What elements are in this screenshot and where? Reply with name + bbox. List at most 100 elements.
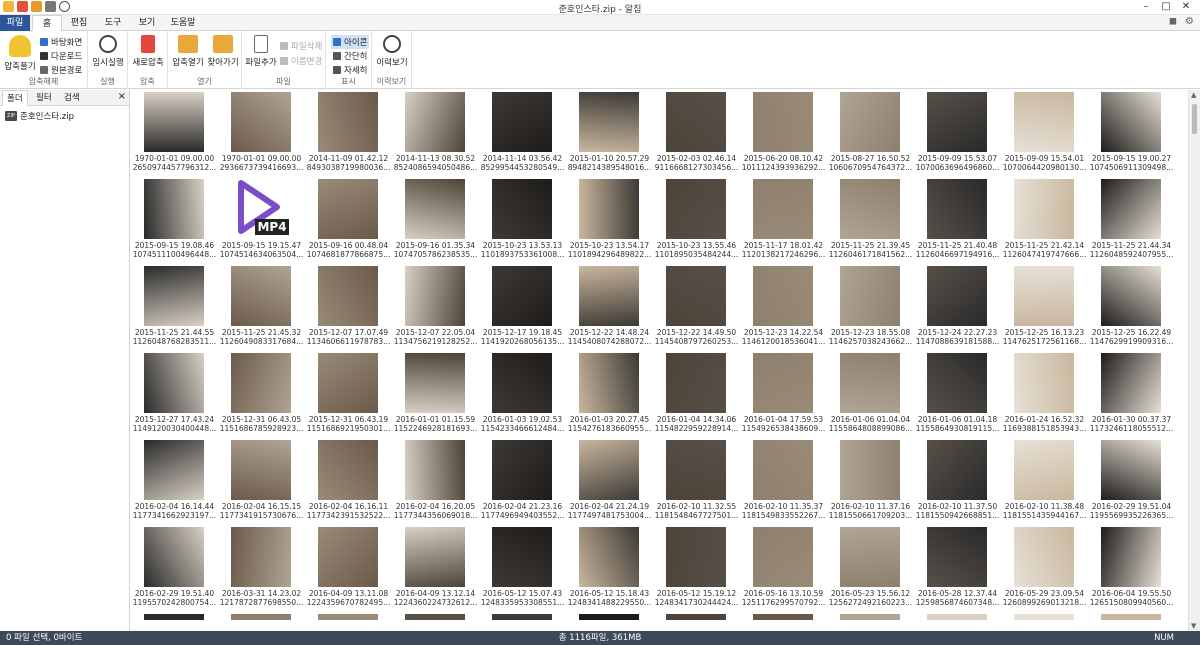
file-item[interactable]: 2016-02-10 11.37.16 1181550661709203... <box>827 438 914 526</box>
scroll-down-icon[interactable]: ▼ <box>1191 622 1196 630</box>
view-simple-button[interactable]: 간단히 <box>333 50 367 62</box>
file-item[interactable]: 1970-01-01 09.00.00 2650974457796312... <box>131 90 218 178</box>
file-item[interactable]: 2016-01-24 16.52.32 1169388151853943... <box>1001 351 1088 439</box>
file-item[interactable]: 1970-01-01 09.00.00 2936673739416693... <box>218 90 305 178</box>
skin-icon[interactable]: ◼ <box>1169 16 1177 27</box>
file-item[interactable]: 2016-02-10 11.32.55 1181548467727501... <box>653 438 740 526</box>
file-item[interactable]: 2015-12-07 22.05.04 1134756219128252... <box>392 264 479 352</box>
history-button[interactable]: 이력보기 <box>374 35 410 68</box>
file-item[interactable]: 2015-12-25 16.22.49 1147629919909316... <box>1088 264 1175 352</box>
file-item[interactable]: 2015-12-17 19.18.45 1141920268056135... <box>479 264 566 352</box>
maximize-icon[interactable]: □ <box>1156 0 1176 15</box>
add-file-button[interactable]: 파일추가 <box>244 35 278 68</box>
file-item[interactable]: 2016-02-10 11.38.48 1181551435944167... <box>1001 438 1088 526</box>
file-item[interactable]: 2016-02-04 21.23.16 1177496949403552... <box>479 438 566 526</box>
file-item[interactable]: 2016-01-03 19.02.53 1154233466612484... <box>479 351 566 439</box>
file-item[interactable]: 2016-05-12 15.18.43 1248341488229550... <box>566 525 653 613</box>
pane-close-icon[interactable]: × <box>118 91 126 102</box>
file-item[interactable]: 2015-09-09 15.54.01 1070064420980130... <box>1001 90 1088 178</box>
file-item[interactable]: 2015-09-16 01.35.34 1074705786238535... <box>392 177 479 265</box>
file-item[interactable]: 2015-12-31 06.43.19 1151686921950301... <box>305 351 392 439</box>
file-item[interactable]: 2015-11-17 18.01.42 1120138217246296... <box>740 177 827 265</box>
file-item[interactable]: 2015-12-07 17.07.49 1134606611978783... <box>305 264 392 352</box>
file-item[interactable]: 2015-12-22 14.49.50 1145408797260253... <box>653 264 740 352</box>
file-item[interactable]: 2016-02-04 21.24.19 1177497481753004... <box>566 438 653 526</box>
file-item[interactable]: 2015-11-25 21.42.14 1126047419747666... <box>1001 177 1088 265</box>
file-item[interactable]: 2015-09-15 19.08.46 1074511100496448... <box>131 177 218 265</box>
rename-button[interactable]: 이름변경 <box>280 55 322 67</box>
file-item[interactable]: 2016-02-10 11.35.37 1181549833552267... <box>740 438 827 526</box>
go-to-button[interactable]: 찾아가기 <box>206 35 240 68</box>
file-item[interactable]: 2015-02-03 02.46.14 9116668127303456... <box>653 90 740 178</box>
scrollbar-thumb[interactable] <box>1192 104 1197 134</box>
file-item[interactable]: 2016-05-29 23.09.54 1260899269013218... <box>1001 525 1088 613</box>
menu-tools[interactable]: 도구 <box>98 15 128 31</box>
file-item[interactable]: 2015-12-23 14.22.54 1146120018536041... <box>740 264 827 352</box>
file-item[interactable]: 2015-09-09 15.53.07 1070063696496860... <box>914 90 1001 178</box>
file-item[interactable]: 2015-12-23 18.55.08 1146257038243662... <box>827 264 914 352</box>
file-item[interactable]: MP4 2015-09-15 19.15.47 1074514634063504..… <box>218 177 305 265</box>
delete-file-button[interactable]: 파일삭제 <box>280 40 322 52</box>
file-item[interactable]: 2015-11-25 21.40.48 1126046697194916... <box>914 177 1001 265</box>
file-item[interactable]: 2015-08-27 16.50.52 1060670954764372... <box>827 90 914 178</box>
settings-icon[interactable]: ⚙ <box>1185 16 1194 27</box>
close-icon[interactable]: ✕ <box>1176 0 1196 15</box>
file-item[interactable]: 2016-01-03 20.27.45 1154276183660955... <box>566 351 653 439</box>
file-item[interactable]: 2016-05-28 12.37.44 1259856874607348... <box>914 525 1001 613</box>
temp-run-button[interactable]: 임시실행 <box>90 35 126 68</box>
file-item[interactable]: 2015-11-25 21.44.55 1126048768283511... <box>131 264 218 352</box>
file-item[interactable]: 2015-09-16 00.48.04 1074681877866875... <box>305 177 392 265</box>
file-item[interactable]: 2016-01-04 17.59.53 1154926538438609... <box>740 351 827 439</box>
menu-help[interactable]: 도움말 <box>166 15 200 31</box>
extract-button[interactable]: 압축풀기 <box>3 35 37 72</box>
minimize-icon[interactable]: – <box>1136 0 1156 15</box>
tree-item-archive[interactable]: ZIP 준호인스타.zip <box>5 110 74 122</box>
file-item[interactable]: 2016-02-29 19.51.04 1195569935226365... <box>1088 438 1175 526</box>
file-item[interactable]: 2016-05-12 15.19.12 1248341730244424... <box>653 525 740 613</box>
view-detail-button[interactable]: 자세히 <box>333 64 367 76</box>
file-item[interactable]: 2016-02-10 11.37.50 1181550942668851... <box>914 438 1001 526</box>
file-item[interactable]: 2015-12-31 06.43.05 1151686785928923... <box>218 351 305 439</box>
file-item[interactable]: 2016-06-04 19.55.50 1265150809940560... <box>1088 525 1175 613</box>
file-item[interactable]: 2016-05-12 15.07.43 1248335953308551... <box>479 525 566 613</box>
file-item[interactable]: 2015-06-20 08.10.42 1011124393936292... <box>740 90 827 178</box>
file-item[interactable]: 2015-11-25 21.44.34 1126048592407955... <box>1088 177 1175 265</box>
file-item[interactable]: 2016-04-09 13.11.08 1224359670782495... <box>305 525 392 613</box>
file-item[interactable]: 2014-11-09 01.42.12 8493038719980036... <box>305 90 392 178</box>
desktop-button[interactable]: 바탕화면 <box>40 36 82 48</box>
file-item[interactable]: 2016-01-06 01.04.04 1155864808899086... <box>827 351 914 439</box>
menu-view[interactable]: 보기 <box>132 15 162 31</box>
file-item[interactable]: 2015-10-23 13.53.13 1101893753361008... <box>479 177 566 265</box>
menu-edit[interactable]: 편집 <box>64 15 94 31</box>
file-item[interactable]: 2016-02-04 16.20.05 1177344356069018... <box>392 438 479 526</box>
tab-filter[interactable]: 필터 <box>32 90 56 106</box>
file-item[interactable]: 2015-12-27 17.43.24 1149120030400448... <box>131 351 218 439</box>
tab-search[interactable]: 검색 <box>60 90 84 106</box>
file-item[interactable]: 2016-02-04 16.14.44 1177341662923197... <box>131 438 218 526</box>
file-item[interactable]: 2015-12-24 22.27.23 1147088639181588... <box>914 264 1001 352</box>
download-button[interactable]: 다운로드 <box>40 50 82 62</box>
tab-folder[interactable]: 폴더 <box>2 90 28 106</box>
file-item[interactable]: 2015-12-22 14.48.24 1145408074288072... <box>566 264 653 352</box>
new-archive-button[interactable]: 새로압축 <box>130 35 166 68</box>
scroll-up-icon[interactable]: ▲ <box>1191 91 1196 99</box>
menu-home[interactable]: 홈 <box>32 15 62 32</box>
original-path-button[interactable]: 원본경로 <box>40 64 82 76</box>
file-item[interactable]: 2016-01-04 14.34.06 1154822959228914... <box>653 351 740 439</box>
file-item[interactable]: 2015-12-25 16.13.23 1147625172561168... <box>1001 264 1088 352</box>
file-item[interactable]: 2016-01-01 01.15.59 1152246928181693... <box>392 351 479 439</box>
view-icons-button[interactable]: 아이콘 <box>331 35 370 49</box>
file-item[interactable]: 2015-10-23 13.54.17 1101894296489822... <box>566 177 653 265</box>
file-item[interactable]: 2016-02-29 19.51.40 1195570242800754... <box>131 525 218 613</box>
file-item[interactable]: 2014-11-14 03.56.42 8529954453280549... <box>479 90 566 178</box>
menu-file[interactable]: 파일 <box>0 15 30 31</box>
file-item[interactable]: 2016-02-04 16.16.11 1177342391532522... <box>305 438 392 526</box>
file-item[interactable]: 2016-02-04 16.15.15 1177341915730676... <box>218 438 305 526</box>
file-item[interactable]: 2015-01-10 20.57.29 8948214389548016... <box>566 90 653 178</box>
file-item[interactable]: 2016-03-31 14.23.02 1217872877698550... <box>218 525 305 613</box>
file-item[interactable]: 2015-10-23 13.55.46 1101895035484244... <box>653 177 740 265</box>
file-item[interactable]: 2016-01-06 01.04.18 1155864930819115... <box>914 351 1001 439</box>
file-item[interactable]: 2015-11-25 21.45.32 1126049083317684... <box>218 264 305 352</box>
open-archive-button[interactable]: 압축열기 <box>171 35 205 68</box>
file-item[interactable]: 2016-05-16 13.10.59 1251176299570792... <box>740 525 827 613</box>
